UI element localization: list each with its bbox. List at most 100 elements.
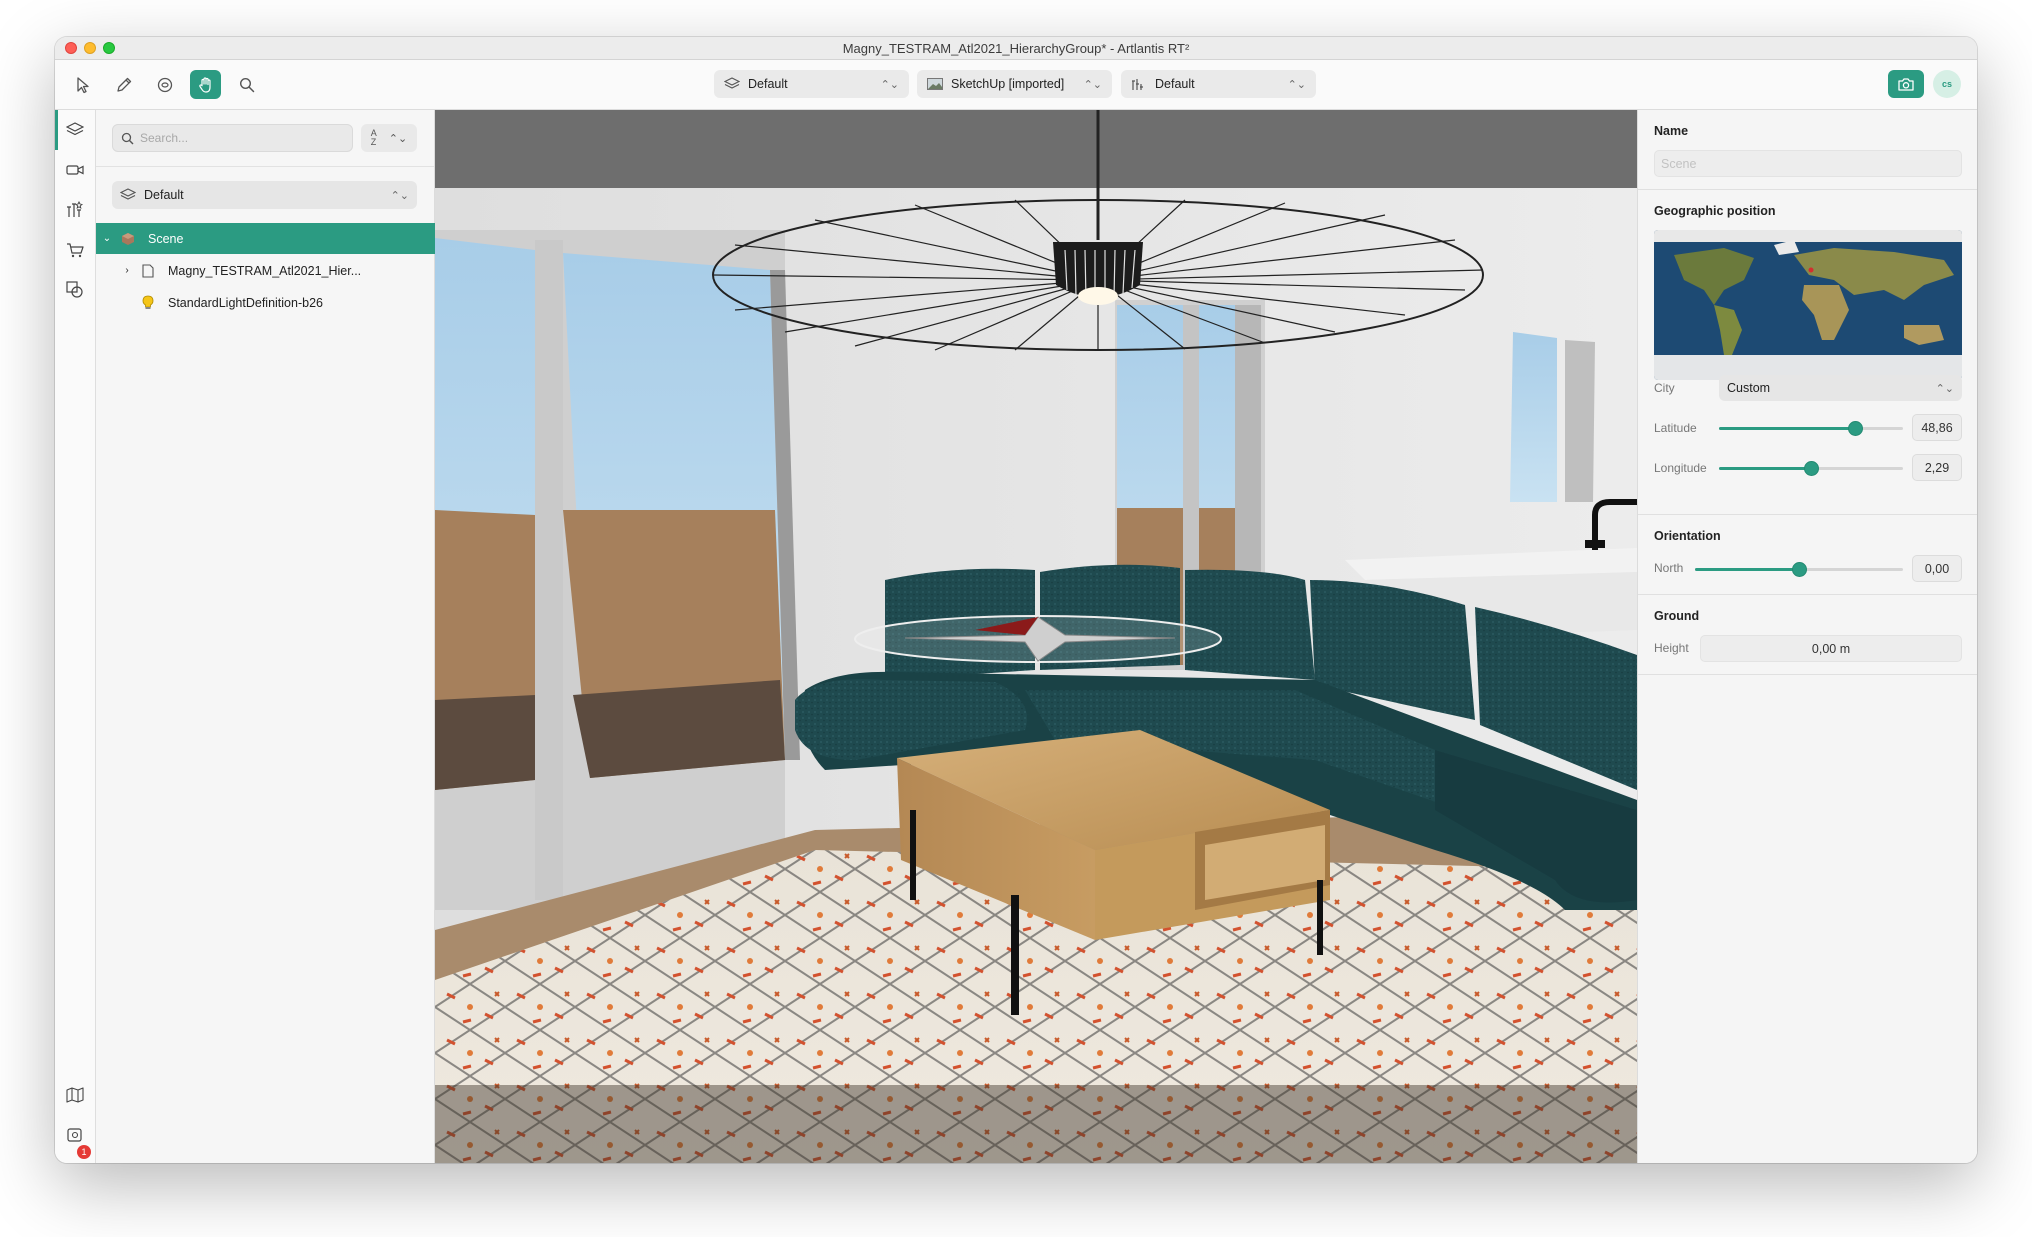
tree-item-label: StandardLightDefinition-b26 [168, 295, 323, 310]
notifications-rail-button[interactable] [64, 1124, 86, 1146]
select-tool-button[interactable] [67, 70, 98, 99]
latitude-slider[interactable] [1719, 421, 1903, 436]
sort-az-icon: A Z [370, 128, 377, 147]
lights-rail-button[interactable] [64, 199, 86, 221]
updown-chevron-icon: ⌃⌄ [1287, 78, 1306, 91]
ground-title: Ground [1654, 609, 1700, 623]
search-placeholder: Search... [140, 131, 189, 145]
longitude-value[interactable]: 2,29 [1912, 454, 1962, 481]
scene-dropdown-value: SketchUp [imported] [951, 77, 1065, 91]
shop-rail-button[interactable] [64, 239, 86, 261]
video-camera-icon [66, 165, 84, 175]
tree-item-light[interactable]: StandardLightDefinition-b26 [96, 287, 435, 318]
document-icon [140, 263, 156, 279]
orbit-icon [157, 77, 172, 92]
orientation-title: Orientation [1654, 529, 1721, 543]
map-rail-button[interactable] [64, 1084, 86, 1106]
cart-icon [67, 243, 84, 258]
inspector-panel: Name Scene Geographic position City Cust… [1637, 110, 1977, 1163]
zoom-tool-button[interactable] [231, 70, 262, 99]
geographic-position-section: Geographic position City Custom ⌃⌄ Latit… [1638, 190, 1977, 515]
3d-viewport[interactable] [435, 110, 1637, 1163]
city-value: Custom [1727, 381, 1771, 395]
close-window-button[interactable] [65, 42, 77, 54]
light-bulb-icon [140, 295, 156, 311]
latitude-label: Latitude [1654, 421, 1697, 435]
updown-chevron-icon: ⌃⌄ [880, 78, 899, 91]
layer-filter-value: Default [144, 188, 184, 202]
search-field[interactable]: Search... [112, 124, 353, 152]
active-rail-indicator [55, 110, 58, 150]
hand-icon [198, 76, 211, 93]
camera-icon [1898, 77, 1914, 91]
rendered-scene-image [435, 110, 1637, 1163]
pan-tool-button[interactable] [190, 70, 221, 99]
name-section-title: Name [1654, 124, 1689, 138]
chevron-right-icon[interactable]: › [120, 265, 134, 276]
layer-dropdown[interactable]: Default ⌃⌄ [714, 70, 909, 98]
latitude-value[interactable]: 48,86 [1912, 414, 1962, 441]
north-value[interactable]: 0,00 [1912, 555, 1962, 582]
tree-item-label: Scene [148, 231, 184, 246]
north-label: North [1654, 561, 1684, 575]
orbit-tool-button[interactable] [149, 70, 180, 99]
sort-button[interactable]: A Z ⌃⌄ [361, 124, 417, 152]
cameras-rail-button[interactable] [64, 159, 86, 181]
tree-item-model[interactable]: › Magny_TESTRAM_Atl2021_Hier... [96, 255, 435, 286]
notification-count-badge: 1 [77, 1145, 91, 1159]
north-slider-knob[interactable] [1791, 562, 1807, 577]
render-camera-button[interactable] [1888, 70, 1924, 98]
world-map[interactable] [1654, 230, 1962, 380]
layers-rail-button[interactable] [64, 119, 86, 141]
north-slider[interactable] [1695, 562, 1903, 577]
landscape-thumbnail-icon [927, 77, 943, 91]
maximize-window-button[interactable] [103, 42, 115, 54]
user-avatar[interactable]: cs [1933, 70, 1961, 98]
pencil-icon [116, 77, 131, 92]
tree-item-label: Magny_TESTRAM_Atl2021_Hier... [168, 263, 362, 278]
map-icon [66, 1087, 84, 1103]
chevron-down-icon[interactable]: ⌄ [100, 233, 114, 244]
height-label: Height [1654, 641, 1689, 655]
main-toolbar: Default ⌃⌄ SketchUp [imported] ⌃⌄ Defaul… [55, 60, 1977, 110]
updown-chevron-icon: ⌃⌄ [388, 132, 408, 145]
orientation-section: Orientation North 0,00 [1638, 515, 1977, 595]
light-setting-icon [67, 201, 84, 217]
height-input[interactable]: 0,00 m [1700, 635, 1962, 662]
pencil-tool-button[interactable] [108, 70, 139, 99]
left-rail: 1 [55, 110, 96, 1163]
city-dropdown[interactable]: Custom ⌃⌄ [1719, 375, 1962, 401]
height-value: 0,00 m [1811, 641, 1851, 656]
shaders-rail-button[interactable] [64, 279, 86, 301]
tree-item-scene[interactable]: ⌄ Scene [96, 223, 435, 254]
layer-dropdown-value: Default [748, 77, 788, 91]
light-setting-icon [1131, 77, 1147, 91]
layers-icon [66, 122, 84, 136]
view-dropdown[interactable]: Default ⌃⌄ [1121, 70, 1316, 98]
updown-chevron-icon: ⌃⌄ [1083, 78, 1102, 91]
magnifier-icon [239, 77, 254, 92]
view-dropdown-value: Default [1155, 77, 1195, 91]
layer-filter-dropdown[interactable]: Default ⌃⌄ [112, 181, 417, 209]
longitude-slider[interactable] [1719, 461, 1903, 476]
scene-dropdown[interactable]: SketchUp [imported] ⌃⌄ [917, 70, 1112, 98]
minimize-window-button[interactable] [84, 42, 96, 54]
name-section: Name Scene [1638, 110, 1977, 190]
window-title: Magny_TESTRAM_Atl2021_HierarchyGroup* - … [842, 41, 1190, 56]
longitude-slider-knob[interactable] [1803, 461, 1819, 476]
search-icon [121, 132, 134, 144]
layers-icon [120, 188, 136, 200]
updown-chevron-icon: ⌃⌄ [390, 189, 409, 202]
geographic-position-title: Geographic position [1654, 204, 1776, 218]
title-bar: Magny_TESTRAM_Atl2021_HierarchyGroup* - … [55, 37, 1977, 60]
city-label: City [1654, 381, 1675, 395]
layers-icon [724, 77, 740, 91]
latitude-slider-fill [1719, 427, 1856, 430]
name-input[interactable]: Scene [1654, 150, 1962, 177]
ground-section: Ground Height 0,00 m [1638, 595, 1977, 675]
notification-icon [67, 1128, 82, 1142]
scene-cube-icon [120, 231, 136, 247]
latitude-slider-knob[interactable] [1847, 421, 1863, 436]
updown-chevron-icon: ⌃⌄ [1935, 382, 1954, 395]
longitude-label: Longitude [1654, 461, 1707, 475]
